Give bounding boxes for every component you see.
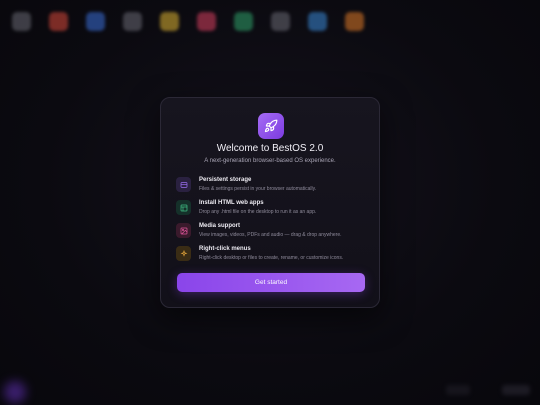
feature-desc: Right-click desktop or files to create, … (199, 255, 344, 261)
desktop-icon[interactable] (12, 12, 31, 31)
desktop-icons (12, 12, 364, 31)
get-started-button[interactable]: Get started (177, 273, 365, 292)
feature-right-click: Right-click menus Right-click desktop or… (176, 246, 371, 266)
desktop-icon[interactable] (271, 12, 290, 31)
feature-desc: Drop any .html file on the desktop to ru… (199, 209, 317, 215)
desktop-icon[interactable] (86, 12, 105, 31)
feature-desc: Files & settings persist in your browser… (199, 186, 317, 192)
layout-icon (176, 200, 191, 215)
feature-title: Media support (199, 223, 241, 229)
welcome-dialog: Welcome to BestOS 2.0 A next-generation … (160, 97, 380, 308)
desktop-icon[interactable] (49, 12, 68, 31)
storage-icon (176, 177, 191, 192)
feature-title: Install HTML web apps (199, 200, 264, 206)
feature-media-support: Media support View images, videos, PDFs … (176, 223, 371, 243)
rocket-icon (258, 113, 284, 139)
start-button[interactable] (4, 381, 26, 403)
desktop-icon[interactable] (123, 12, 142, 31)
desktop-icon[interactable] (234, 12, 253, 31)
desktop-icon[interactable] (345, 12, 364, 31)
feature-persistent-storage: Persistent storage Files & settings pers… (176, 177, 371, 197)
dialog-title: Welcome to BestOS 2.0 (216, 143, 324, 154)
desktop-icon[interactable] (308, 12, 327, 31)
feature-desc: View images, videos, PDFs and audio — dr… (199, 232, 342, 238)
feature-title: Persistent storage (199, 177, 252, 183)
image-icon (176, 223, 191, 238)
feature-install-html: Install HTML web apps Drop any .html fil… (176, 200, 371, 220)
feature-title: Right-click menus (199, 246, 251, 252)
desktop-icon[interactable] (197, 12, 216, 31)
tray-item[interactable] (446, 385, 470, 395)
dialog-subtitle: A next-generation browser-based OS exper… (204, 158, 336, 164)
desktop-icon[interactable] (160, 12, 179, 31)
sparkle-icon (176, 246, 191, 261)
clock[interactable] (502, 385, 530, 395)
